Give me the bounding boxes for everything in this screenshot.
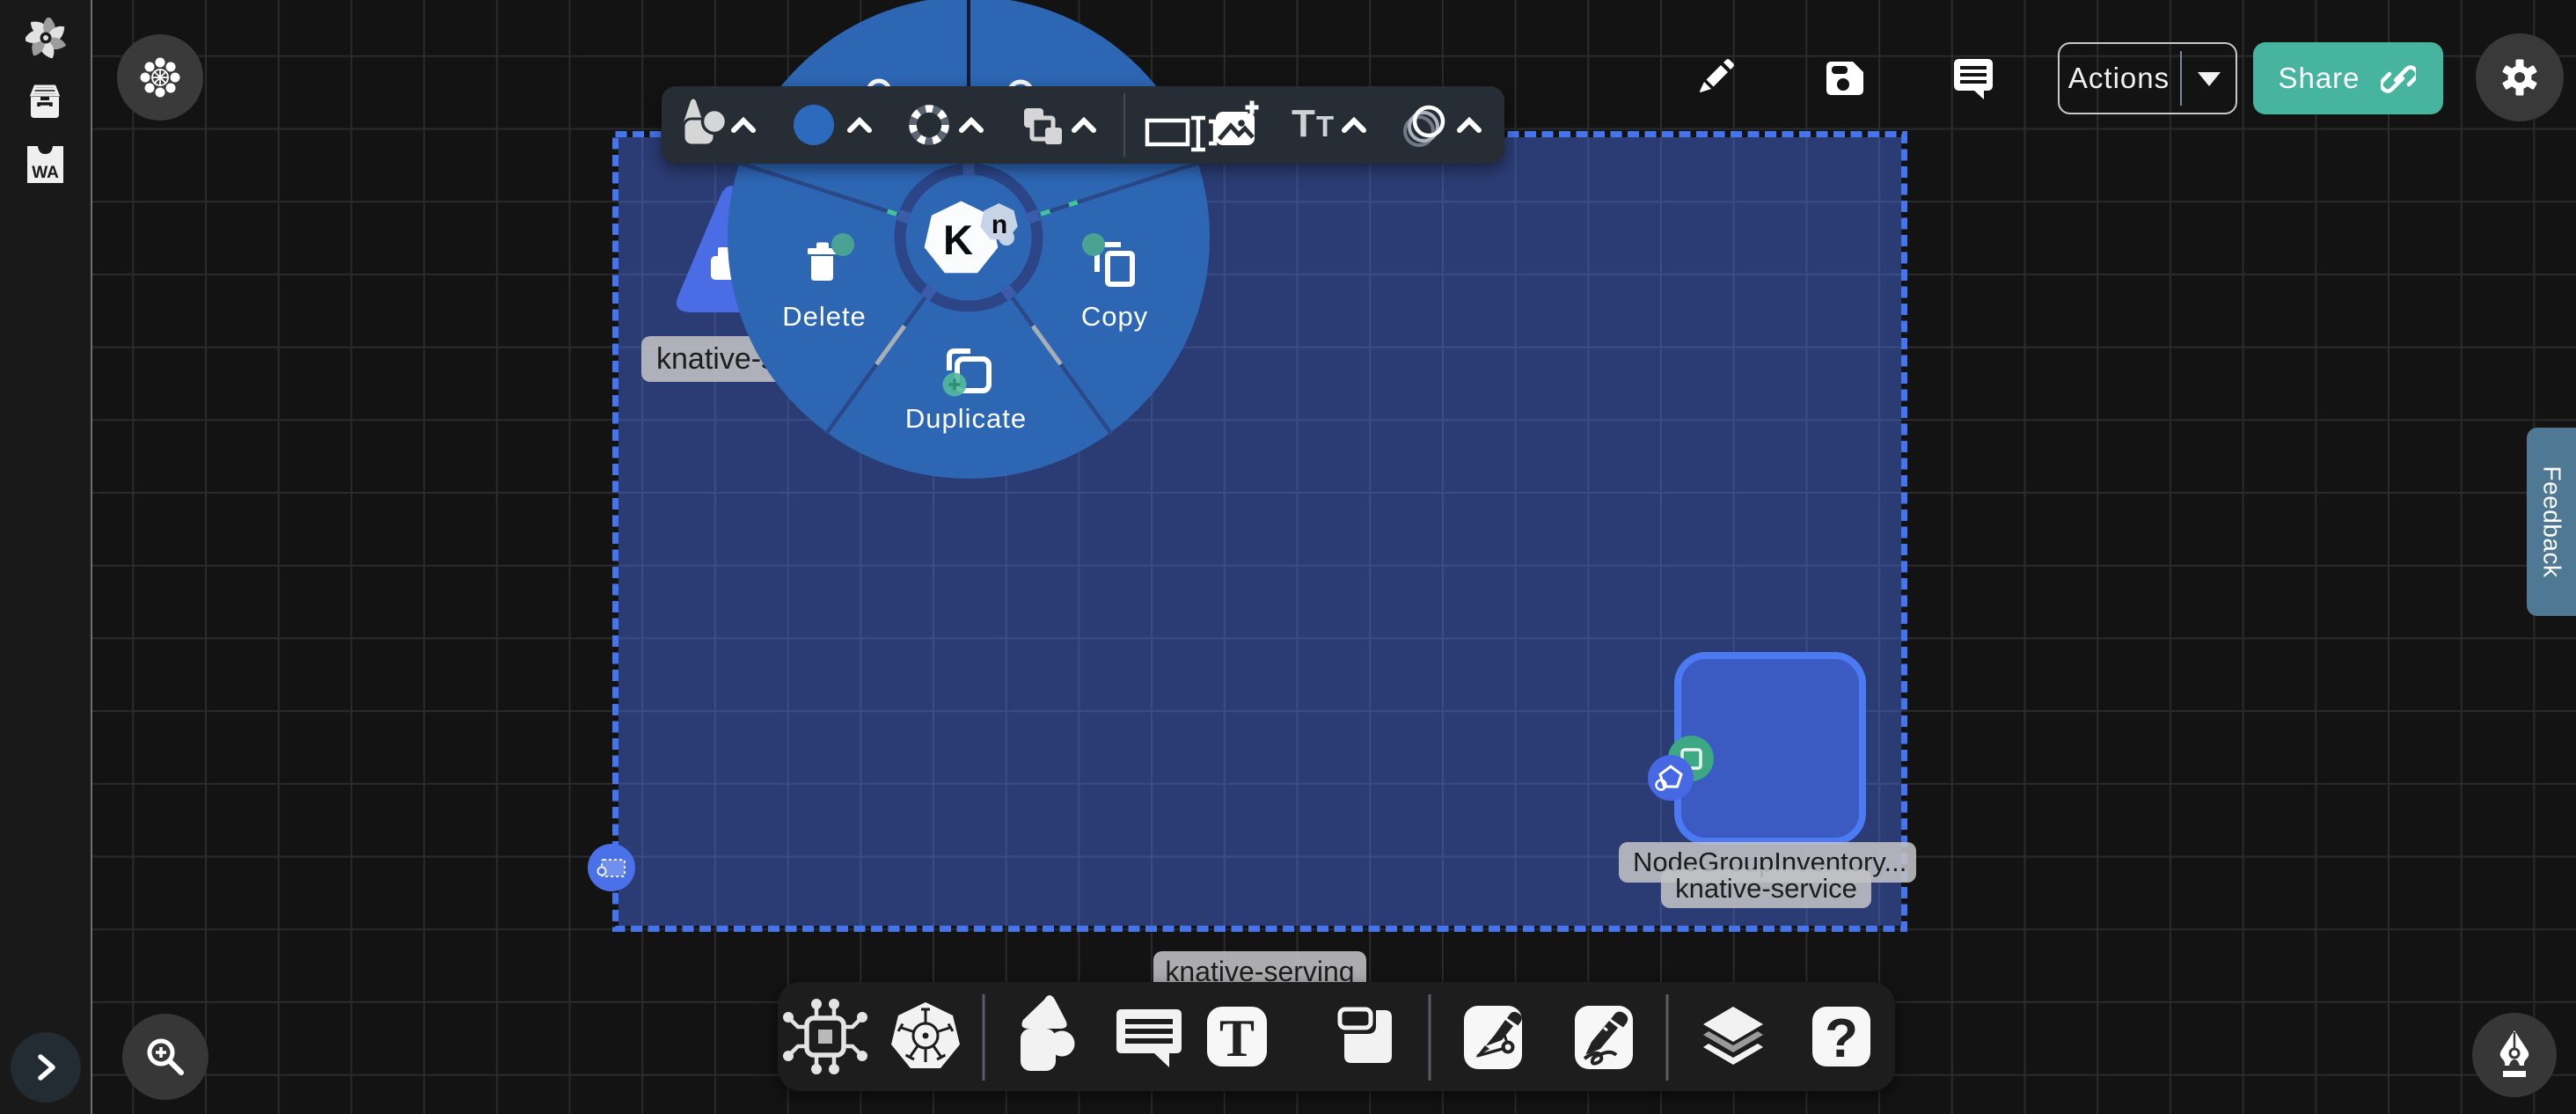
svg-text:T: T [1292, 102, 1315, 145]
svg-text:?: ? [1825, 1008, 1858, 1069]
svg-text:Delete: Delete [782, 301, 867, 332]
svg-text:Copy: Copy [1081, 301, 1148, 332]
svg-text:K: K [943, 216, 973, 263]
svg-text:Duplicate: Duplicate [905, 403, 1027, 434]
svg-text:WA: WA [32, 164, 59, 182]
svg-text:n: n [992, 210, 1007, 239]
svg-text:T: T [1219, 1009, 1255, 1067]
svg-text:T: T [1316, 110, 1334, 143]
